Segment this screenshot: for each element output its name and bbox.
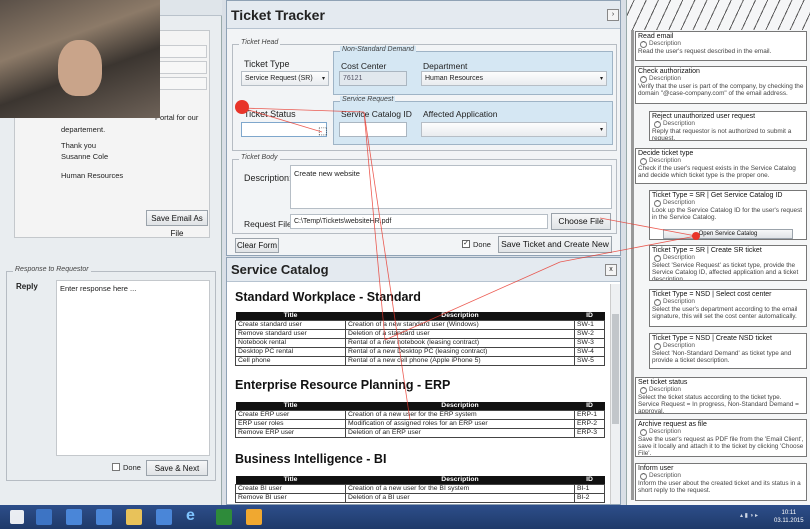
gaze-path bbox=[241, 107, 365, 113]
gaze-marker bbox=[692, 232, 700, 240]
gaze-path bbox=[384, 261, 561, 341]
taskbar: e ▴ ▮ ◑ ▸ 10:11 03.11.2015 bbox=[0, 505, 810, 529]
gaze-path bbox=[241, 107, 323, 133]
paint-icon[interactable] bbox=[246, 509, 262, 525]
gaze-path bbox=[559, 235, 697, 263]
mouse-cursor-icon: ⬚ bbox=[318, 126, 328, 137]
tray-icons[interactable]: ▴ ▮ ◑ ▸ bbox=[740, 512, 758, 519]
clock-date: 03.11.2015 bbox=[774, 518, 804, 524]
app-icon[interactable] bbox=[36, 509, 52, 525]
gaze-marker bbox=[235, 100, 249, 114]
app-icon[interactable] bbox=[156, 509, 172, 525]
folder-icon[interactable] bbox=[126, 509, 142, 525]
app-icon[interactable] bbox=[66, 509, 82, 525]
windows-start-icon[interactable] bbox=[10, 510, 24, 524]
app-icon[interactable] bbox=[216, 509, 232, 525]
clock[interactable]: 10:11 03.11.2015 bbox=[774, 509, 804, 525]
gaze-path bbox=[363, 111, 411, 421]
app-icon[interactable] bbox=[96, 509, 112, 525]
internet-explorer-icon[interactable]: e bbox=[186, 508, 202, 525]
gaze-path bbox=[599, 217, 697, 237]
clock-time: 10:11 bbox=[781, 510, 797, 516]
gaze-overlay bbox=[241, 107, 697, 421]
gaze-path bbox=[363, 111, 386, 341]
